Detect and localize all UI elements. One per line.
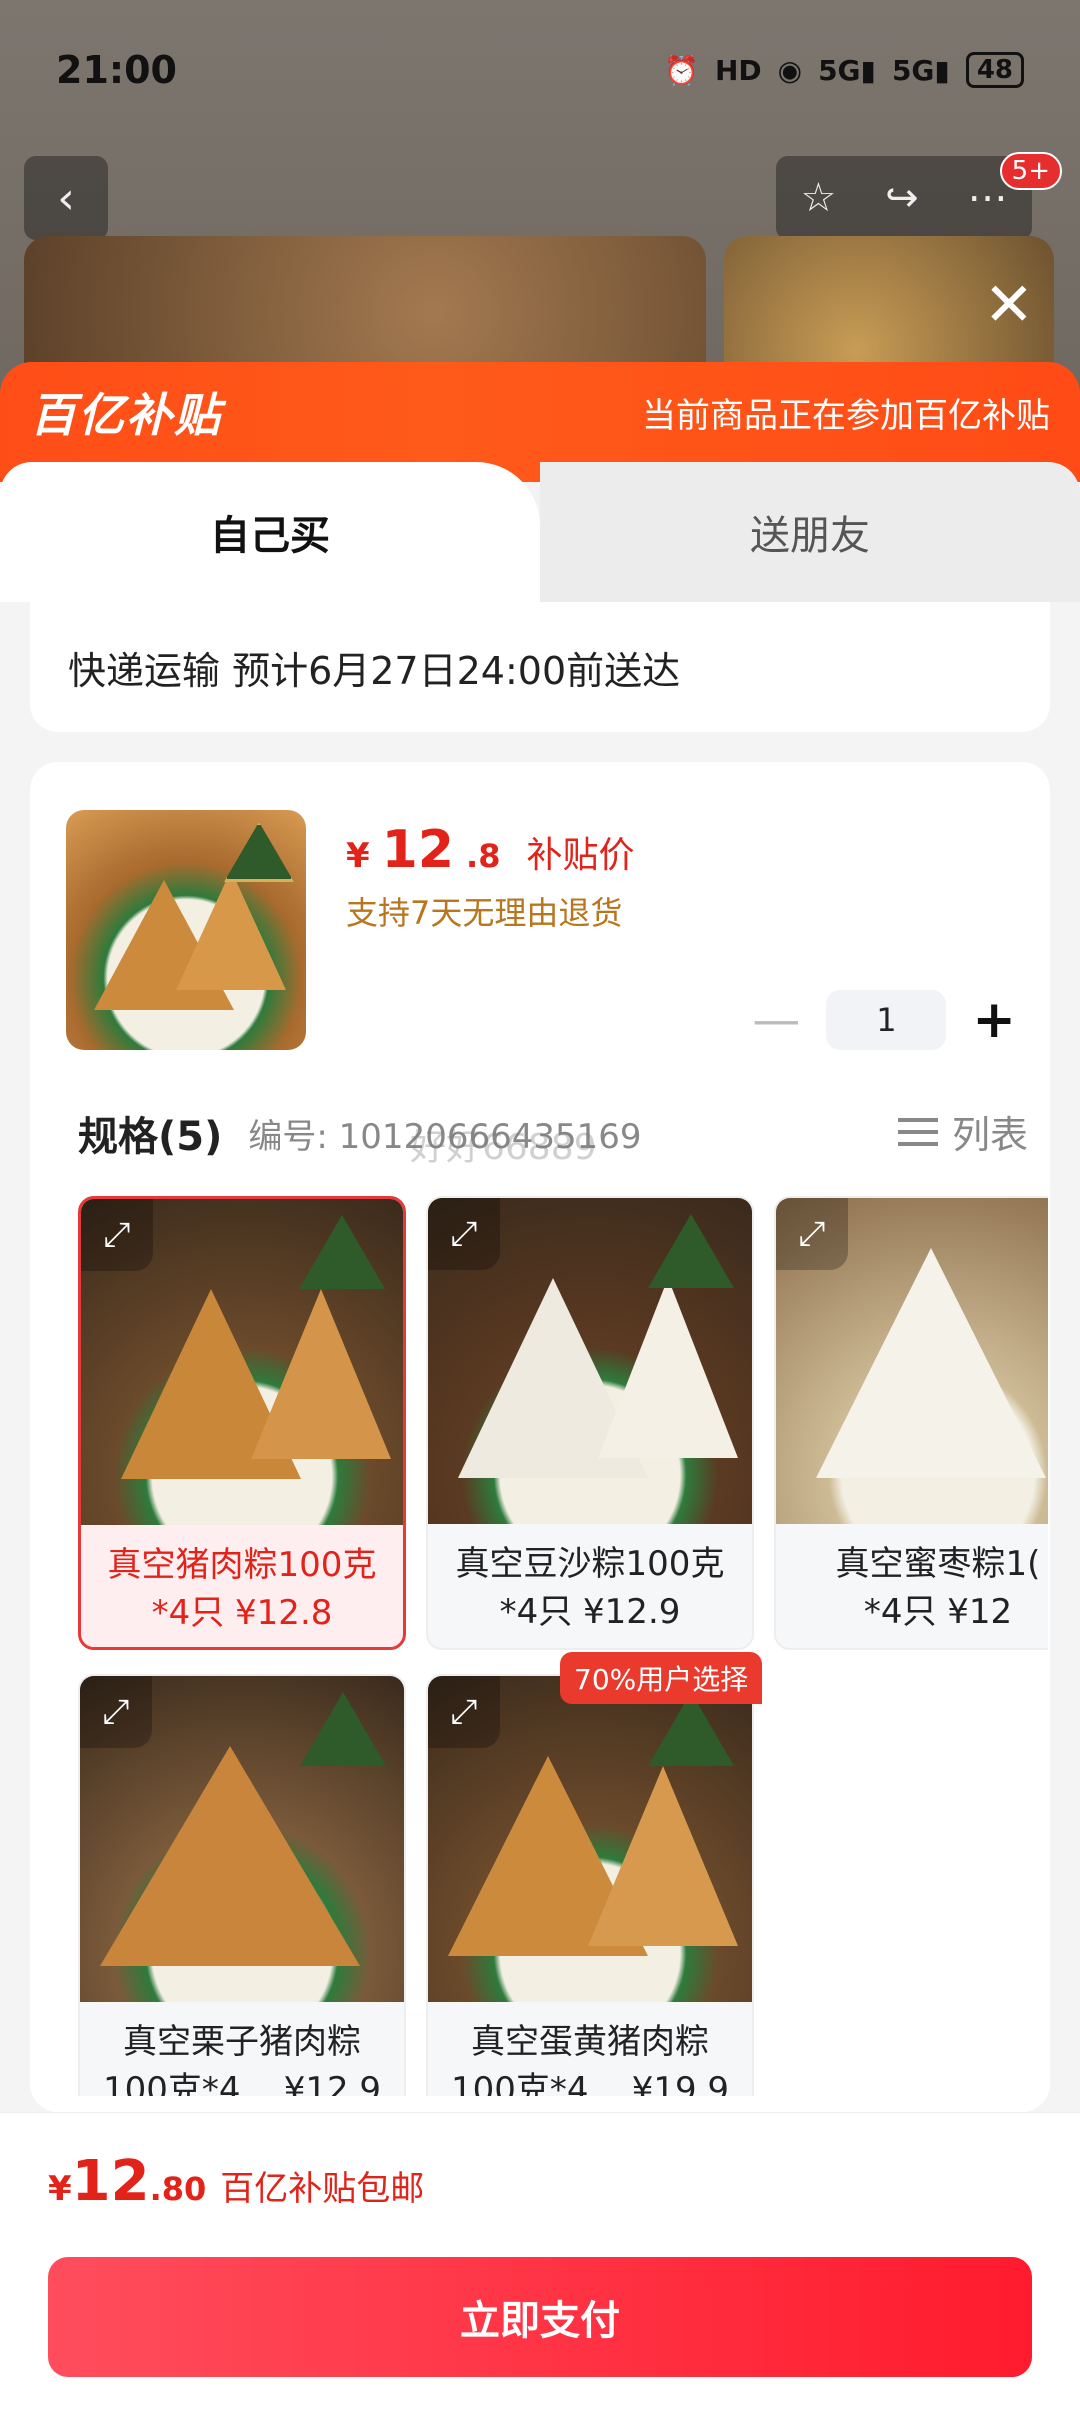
increase-button[interactable]: + — [972, 990, 1016, 1050]
expand-icon[interactable]: ⤢ — [80, 1676, 152, 1748]
option-label: 真空蛋黄猪肉粽 100克*4... ¥19.9 — [450, 2022, 730, 2096]
star-icon[interactable]: ☆ — [800, 175, 836, 221]
spec-option[interactable]: ⤢ 真空豆沙粽100克 *4只 ¥12.9 — [426, 1196, 754, 1650]
product-card: ¥ 12 .8 补贴价 支持7天无理由退货 — 1 + 规格(5) 编号: 10… — [30, 762, 1050, 2112]
total-integer: 12 — [71, 2149, 150, 2214]
watermark: 好好66889 — [410, 1127, 597, 1168]
purchase-tabs: 自己买 送朋友 — [0, 462, 1080, 602]
option-label: 真空猪肉粽100克 *4只 ¥12.8 — [107, 1545, 377, 1633]
spec-option[interactable]: ⤢ 真空蛋黄猪肉粽 100克*4... ¥19.9 — [426, 1674, 754, 2096]
certification-seal-icon — [224, 822, 294, 882]
price-row: ¥ 12 .8 补贴价 — [346, 820, 634, 880]
spec-option[interactable]: ⤢ 真空猪肉粽100克 *4只 ¥12.8 — [78, 1196, 406, 1650]
list-icon — [897, 1112, 938, 1152]
spec-options-grid: ⤢ 真空猪肉粽100克 *4只 ¥12.8 ⤢ 真空豆沙粽100克 *4只 ¥1… — [78, 1196, 1048, 2096]
delivery-info: 快递运输 预计6月27日24:00前送达 — [30, 602, 1050, 732]
total-symbol: ¥ — [48, 2169, 72, 2209]
status-bar: 21:00 ⏰ HD ◉ 5G▮ 5G▮ 48 — [0, 0, 1080, 140]
total-price: ¥ 12 .80 百亿补贴包邮 — [48, 2149, 424, 2214]
battery-icon: 48 — [965, 52, 1024, 88]
top-actions: ☆ ↪ ⋯ — [776, 156, 1032, 240]
back-button[interactable]: ‹ — [24, 156, 108, 240]
hd-icon: HD — [714, 53, 762, 87]
5g-signal-icon: 5G▮ — [818, 53, 876, 87]
status-icons: ⏰ HD ◉ 5G▮ 5G▮ 48 — [664, 52, 1024, 88]
checkout-bar: ¥ 12 .80 百亿补贴包邮 立即支付 — [0, 2112, 1080, 2412]
decrease-button[interactable]: — — [752, 992, 800, 1048]
back-icon: ‹ — [57, 172, 75, 224]
total-decimal: .80 — [149, 2170, 207, 2208]
brand-logo: 百亿补贴 — [30, 388, 222, 442]
status-time: 21:00 — [56, 48, 177, 92]
price-symbol: ¥ — [346, 836, 370, 876]
expand-icon[interactable]: ⤢ — [81, 1199, 153, 1271]
option-label: 真空栗子猪肉粽 100克*4... ¥12.9 — [102, 2022, 382, 2096]
popular-choice-badge: 70%用户选择 — [560, 1652, 763, 1704]
price-tag: 补贴价 — [526, 835, 635, 876]
spec-option[interactable]: ⤢ 真空栗子猪肉粽 100克*4... ¥12.9 — [78, 1674, 406, 2096]
share-icon[interactable]: ↪ — [885, 175, 919, 221]
price-integer: 12 — [381, 820, 455, 880]
more-icon[interactable]: ⋯ — [968, 175, 1008, 221]
wifi-icon: ◉ — [777, 53, 803, 87]
quantity-input[interactable]: 1 — [826, 990, 947, 1050]
option-label: 真空豆沙粽100克 *4只 ¥12.9 — [455, 1544, 725, 1632]
spec-option[interactable]: ⤢ 真空蜜枣粽1( *4只 ¥12 — [774, 1196, 1048, 1650]
expand-icon[interactable]: ⤢ — [776, 1198, 848, 1270]
pay-now-button[interactable]: 立即支付 — [48, 2257, 1032, 2377]
product-thumbnail[interactable] — [66, 810, 306, 1050]
list-view-toggle[interactable]: 列表 — [897, 1104, 1028, 1159]
list-toggle-label: 列表 — [951, 1113, 1028, 1157]
expand-icon[interactable]: ⤢ — [428, 1198, 500, 1270]
notification-badge: 5+ — [999, 152, 1062, 190]
return-policy: 支持7天无理由退货 — [346, 894, 623, 932]
shipping-note: 百亿补贴包邮 — [220, 2169, 425, 2209]
5g-signal-icon: 5G▮ — [891, 53, 950, 87]
banner-note: 当前商品正在参加百亿补贴 — [642, 395, 1050, 436]
price-decimal: .8 — [466, 837, 501, 875]
spec-title: 规格(5) — [78, 1114, 223, 1160]
quantity-stepper: — 1 + — [752, 990, 1016, 1050]
option-label: 真空蜜枣粽1( *4只 ¥12 — [835, 1544, 1041, 1632]
tab-self-buy[interactable]: 自己买 — [0, 462, 540, 602]
tab-gift-friend[interactable]: 送朋友 — [540, 462, 1080, 602]
close-icon[interactable]: ✕ — [984, 270, 1034, 340]
expand-icon[interactable]: ⤢ — [428, 1676, 500, 1748]
alarm-icon: ⏰ — [664, 53, 699, 87]
zongzi-image — [176, 870, 286, 990]
